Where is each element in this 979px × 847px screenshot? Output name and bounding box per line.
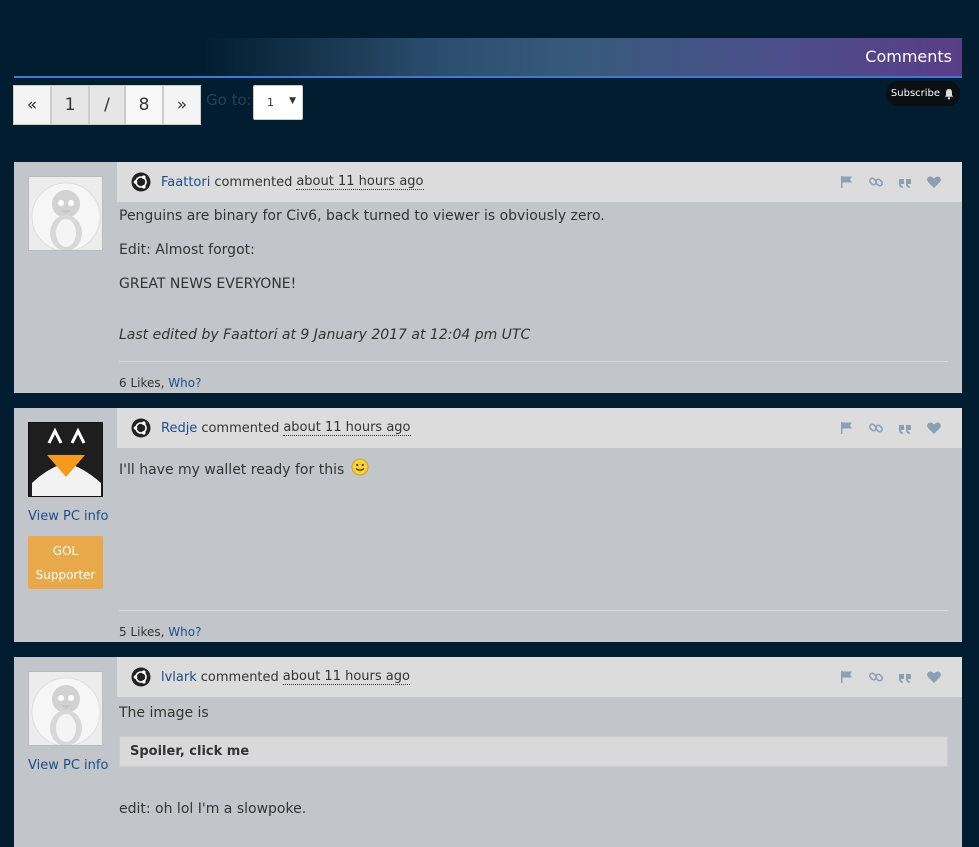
- comment-verb: commented: [201, 420, 280, 436]
- comment-sidebar: [14, 162, 117, 393]
- ubuntu-icon: [131, 172, 151, 192]
- comment-3: View PC info lvlark commented about 11 h…: [14, 657, 962, 847]
- default-penguin-avatar-icon: [29, 672, 102, 745]
- comment-author-link[interactable]: Redje: [161, 421, 197, 436]
- likes-count: 5 Likes,: [119, 625, 165, 639]
- who-liked-link[interactable]: Who?: [168, 625, 201, 639]
- link-icon[interactable]: [868, 669, 884, 685]
- subscribe-button[interactable]: Subscribe: [886, 81, 960, 106]
- smiley-emoji-icon: [351, 458, 369, 476]
- likes-count: 6 Likes,: [119, 376, 165, 390]
- default-penguin-avatar-icon: [29, 177, 102, 250]
- comment-verb: commented: [214, 174, 293, 190]
- flag-icon[interactable]: [839, 420, 855, 436]
- badge-line: Supporter: [35, 568, 96, 582]
- next-page-button[interactable]: »: [163, 85, 201, 125]
- supporter-badge[interactable]: GOL Supporter: [28, 536, 103, 589]
- view-pc-info-link[interactable]: View PC info: [28, 509, 108, 524]
- comment-tools: [839, 174, 942, 190]
- heart-icon[interactable]: [926, 669, 942, 685]
- comment-2: View PC info GOL Supporter Redje comment…: [14, 408, 962, 642]
- goto-select-value: 1: [267, 96, 274, 109]
- comment-text: GREAT NEWS EVERYONE!: [119, 276, 297, 292]
- chevron-down-icon: ▼: [289, 96, 296, 106]
- goto-label: Go to:: [206, 91, 252, 109]
- heart-icon[interactable]: [926, 420, 942, 436]
- flag-icon[interactable]: [839, 669, 855, 685]
- comment-timestamp[interactable]: about 11 hours ago: [283, 420, 411, 436]
- quote-icon[interactable]: [897, 669, 913, 685]
- comment-sidebar: View PC info: [14, 657, 117, 847]
- section-title: Comments: [865, 47, 952, 66]
- comment-footer: 6 Likes, Who?: [119, 361, 948, 390]
- comment-header: lvlark commented about 11 hours ago: [117, 657, 962, 697]
- avatar[interactable]: [28, 176, 103, 251]
- comment-sidebar: View PC info GOL Supporter: [14, 408, 117, 642]
- subscribe-label: Subscribe: [890, 88, 941, 99]
- comment-1: Faattori commented about 11 hours ago Pe…: [14, 162, 962, 393]
- link-icon[interactable]: [868, 174, 884, 190]
- avatar[interactable]: [28, 671, 103, 746]
- last-page-button[interactable]: 8: [125, 85, 163, 125]
- comment-text: edit: oh lol I'm a slowpoke.: [119, 801, 307, 817]
- comment-tools: [839, 669, 942, 685]
- pagination: « 1 / 8 »: [13, 85, 201, 125]
- penguin-avatar-icon: [29, 423, 102, 496]
- heart-icon[interactable]: [926, 174, 942, 190]
- edited-note: Last edited by Faattori at 9 January 201…: [119, 327, 531, 343]
- bell-icon: [944, 88, 954, 99]
- ubuntu-icon: [131, 418, 151, 438]
- flag-icon[interactable]: [839, 174, 855, 190]
- comment-text: The image is: [119, 705, 209, 721]
- link-icon[interactable]: [868, 420, 884, 436]
- comment-timestamp[interactable]: about 11 hours ago: [296, 174, 424, 190]
- view-pc-info-link[interactable]: View PC info: [28, 758, 108, 773]
- who-liked-link[interactable]: Who?: [168, 376, 201, 390]
- quote-icon[interactable]: [897, 174, 913, 190]
- comment-text: Penguins are binary for Civ6, back turne…: [119, 208, 605, 224]
- comment-body: The image is Spoiler, click me edit: oh …: [119, 705, 948, 835]
- comment-verb: commented: [200, 669, 279, 685]
- comment-text-line: I'll have my wallet ready for this: [119, 462, 345, 478]
- page-separator: /: [89, 85, 125, 125]
- avatar[interactable]: [28, 422, 103, 497]
- comment-header: Faattori commented about 11 hours ago: [117, 162, 962, 202]
- current-page[interactable]: 1: [51, 85, 89, 125]
- comment-footer: 5 Likes, Who?: [119, 610, 948, 639]
- ubuntu-icon: [131, 667, 151, 687]
- goto-page-select[interactable]: 1 ▼: [253, 85, 303, 120]
- comment-author-link[interactable]: Faattori: [161, 175, 210, 190]
- quote-icon[interactable]: [897, 420, 913, 436]
- comments-header: Comments: [14, 38, 962, 78]
- comment-header: Redje commented about 11 hours ago: [117, 408, 962, 448]
- prev-page-button[interactable]: «: [13, 85, 51, 125]
- comment-body: I'll have my wallet ready for this: [119, 458, 948, 496]
- comment-text: I'll have my wallet ready for this: [119, 458, 948, 479]
- comment-body: Penguins are binary for Civ6, back turne…: [119, 208, 948, 361]
- badge-line: GOL: [52, 544, 79, 558]
- spoiler-toggle[interactable]: Spoiler, click me: [119, 736, 948, 767]
- comment-author-link[interactable]: lvlark: [161, 670, 197, 685]
- comment-timestamp[interactable]: about 11 hours ago: [282, 669, 410, 685]
- comment-tools: [839, 420, 942, 436]
- comment-text: Edit: Almost forgot:: [119, 242, 255, 258]
